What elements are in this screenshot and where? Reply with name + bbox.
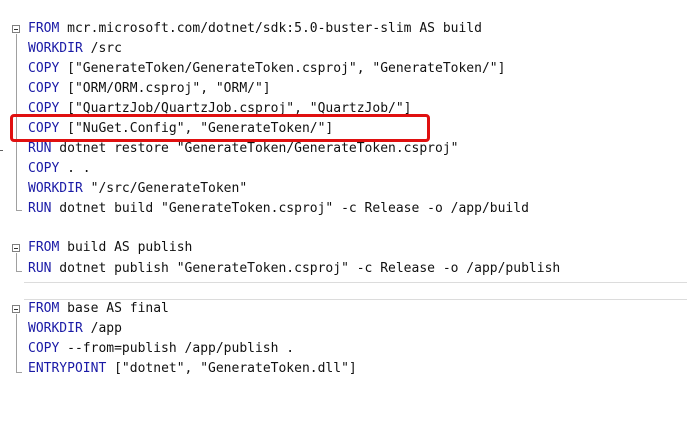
keyword: WORKDIR bbox=[28, 41, 83, 56]
code-line[interactable]: FROM mcr.microsoft.com/dotnet/sdk:5.0-bu… bbox=[28, 19, 482, 39]
code-line[interactable]: ENTRYPOINT ["dotnet", "GenerateToken.dll… bbox=[28, 359, 357, 379]
keyword: FROM bbox=[28, 240, 60, 255]
code-text: build AS publish bbox=[59, 240, 193, 255]
code-text: dotnet restore "GenerateToken/GenerateTo… bbox=[51, 141, 459, 156]
code-text: dotnet build "GenerateToken.csproj" -c R… bbox=[51, 201, 529, 216]
code-text: /app bbox=[82, 321, 122, 336]
keyword: COPY bbox=[28, 161, 60, 176]
keyword: ENTRYPOINT bbox=[28, 361, 107, 376]
annotation-highlight-box bbox=[10, 114, 430, 142]
code-text: dotnet publish "GenerateToken.csproj" -c… bbox=[51, 261, 561, 276]
code-line[interactable]: COPY ["ORM/ORM.csproj", "ORM/"] bbox=[28, 79, 271, 99]
code-line[interactable]: COPY --from=publish /app/publish . bbox=[28, 339, 294, 359]
fold-collapse-icon[interactable] bbox=[12, 25, 20, 33]
code-line[interactable]: RUN dotnet publish "GenerateToken.csproj… bbox=[28, 259, 560, 279]
code-line[interactable]: RUN dotnet restore "GenerateToken/Genera… bbox=[28, 139, 458, 159]
fold-guide bbox=[16, 314, 17, 372]
code-line[interactable]: COPY . . bbox=[28, 159, 91, 179]
code-text: base AS final bbox=[59, 301, 169, 316]
code-text: . . bbox=[59, 161, 91, 176]
code-line[interactable]: FROM base AS final bbox=[28, 299, 169, 319]
fold-guide-end bbox=[16, 271, 22, 272]
code-text: ["ORM/ORM.csproj", "ORM/"] bbox=[59, 81, 271, 96]
fold-guide-end bbox=[16, 372, 22, 373]
code-editor[interactable]: FROM mcr.microsoft.com/dotnet/sdk:5.0-bu… bbox=[0, 0, 687, 438]
keyword: COPY bbox=[28, 341, 60, 356]
keyword: RUN bbox=[28, 201, 52, 216]
keyword: WORKDIR bbox=[28, 181, 83, 196]
keyword: WORKDIR bbox=[28, 321, 83, 336]
code-text: /src bbox=[82, 41, 122, 56]
fold-guide bbox=[16, 253, 17, 271]
keyword: RUN bbox=[28, 261, 52, 276]
keyword: FROM bbox=[28, 21, 60, 36]
code-line[interactable]: WORKDIR /src bbox=[28, 39, 122, 59]
code-text: ["dotnet", "GenerateToken.dll"] bbox=[106, 361, 357, 376]
code-line[interactable]: WORKDIR "/src/GenerateToken" bbox=[28, 179, 247, 199]
code-line[interactable]: RUN dotnet build "GenerateToken.csproj" … bbox=[28, 199, 529, 219]
code-line[interactable]: FROM build AS publish bbox=[28, 238, 192, 258]
code-text: ["GenerateToken/GenerateToken.csproj", "… bbox=[59, 61, 506, 76]
keyword: RUN bbox=[28, 141, 52, 156]
code-text: "/src/GenerateToken" bbox=[82, 181, 248, 196]
current-line-highlight bbox=[24, 282, 687, 300]
keyword: COPY bbox=[28, 61, 60, 76]
fold-collapse-icon[interactable] bbox=[12, 305, 20, 313]
code-line[interactable]: COPY ["GenerateToken/GenerateToken.cspro… bbox=[28, 59, 505, 79]
keyword: FROM bbox=[28, 301, 60, 316]
code-text: mcr.microsoft.com/dotnet/sdk:5.0-buster-… bbox=[59, 21, 482, 36]
keyword: COPY bbox=[28, 81, 60, 96]
margin-marker bbox=[0, 150, 3, 151]
code-text: --from=publish /app/publish . bbox=[59, 341, 295, 356]
fold-guide-end bbox=[16, 210, 22, 211]
fold-collapse-icon[interactable] bbox=[12, 244, 20, 252]
code-line[interactable]: WORKDIR /app bbox=[28, 319, 122, 339]
